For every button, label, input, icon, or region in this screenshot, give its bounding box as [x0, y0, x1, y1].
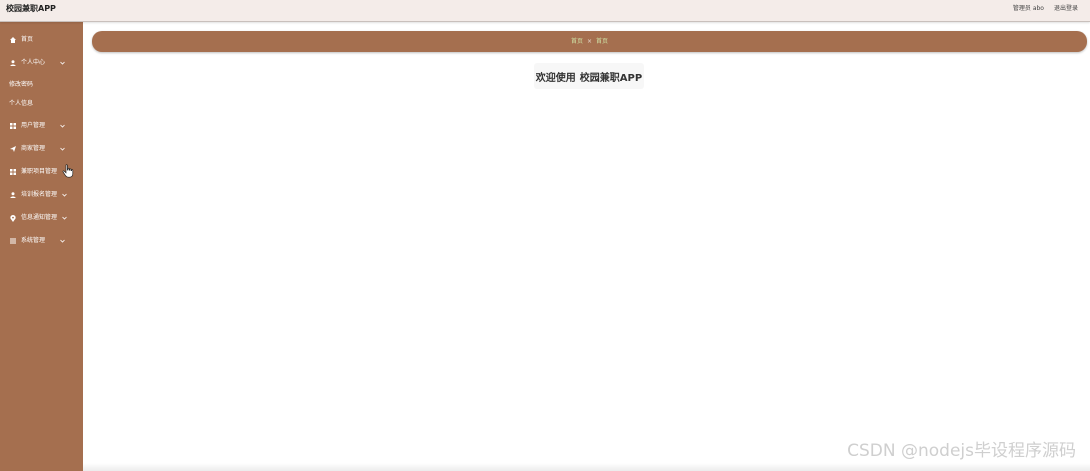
sidebar-item-label: 首页 [21, 36, 34, 43]
sidebar-item-label: 信息通知管理 [21, 214, 58, 221]
chevron-down-icon [60, 61, 65, 66]
chevron-down-icon [60, 147, 65, 152]
sidebar-item-notification-management[interactable]: 信息通知管理 [0, 209, 83, 227]
chevron-down-icon [60, 124, 65, 129]
sidebar-subitem-personal-info[interactable]: 个人信息 [0, 97, 83, 111]
sidebar-item-label: 系统管理 [21, 237, 46, 244]
welcome-prefix: 欢迎使用 [535, 72, 576, 84]
sidebar-item-label: 个人中心 [21, 59, 46, 66]
breadcrumb: 首页 × 首页 [92, 31, 1087, 52]
breadcrumb-item-home[interactable]: 首页 [571, 38, 583, 46]
chevron-down-icon [60, 239, 65, 244]
sidebar-item-system-management[interactable]: 系统管理 [0, 232, 83, 250]
breadcrumb-item-current: 首页 [596, 37, 609, 45]
welcome-banner: 欢迎使用 校园兼职APP [534, 63, 644, 89]
sidebar-item-personal-center[interactable]: 个人中心 [0, 54, 83, 72]
sidebar-subitem-label: 个人信息 [9, 100, 34, 107]
top-header: 校园兼职APP 管理员 abo 退出登录 [0, 0, 1090, 22]
sidebar-item-label: 用户管理 [21, 122, 46, 129]
welcome-app-name: 校园兼职APP [579, 72, 643, 84]
sidebar-subitem-label: 修改密码 [9, 81, 34, 88]
sidebar-item-merchant-management[interactable]: 商家管理 [0, 140, 83, 158]
list-icon [10, 237, 16, 245]
location-icon [10, 214, 16, 222]
send-icon [10, 145, 16, 153]
chevron-down-icon [62, 216, 67, 221]
grid-icon [10, 168, 16, 176]
user-icon [10, 191, 16, 199]
home-icon [10, 36, 16, 44]
app-title: 校园兼职APP [6, 4, 56, 13]
breadcrumb-separator: × [586, 37, 593, 45]
sidebar-item-home[interactable]: 首页 [0, 31, 83, 49]
user-icon [10, 59, 16, 67]
logout-link[interactable]: 退出登录 [1054, 4, 1078, 14]
chevron-down-icon [62, 193, 67, 198]
sidebar-item-user-management[interactable]: 用户管理 [0, 117, 83, 135]
sidebar-item-label: 培训报名管理 [21, 191, 58, 198]
sidebar-subitem-change-password[interactable]: 修改密码 [0, 78, 83, 92]
bottom-shade [83, 463, 1090, 471]
grid-icon [10, 122, 16, 130]
sidebar-item-training-signup-management[interactable]: 培训报名管理 [0, 186, 83, 204]
admin-user-label: 管理员 abo [1012, 5, 1044, 12]
header-user-area: 管理员 abo 退出登录 [1013, 4, 1078, 14]
sidebar: 首页 个人中心 修改密码 个人信息 用户管理 商家管理 兼职项目管理 培训报名管… [0, 22, 83, 471]
sidebar-item-label: 兼职项目管理 [21, 168, 58, 175]
watermark-text: CSDN @nodejs毕设程序源码 [847, 441, 1076, 461]
pointer-hand-cursor-icon [62, 163, 74, 178]
sidebar-item-label: 商家管理 [21, 145, 46, 152]
